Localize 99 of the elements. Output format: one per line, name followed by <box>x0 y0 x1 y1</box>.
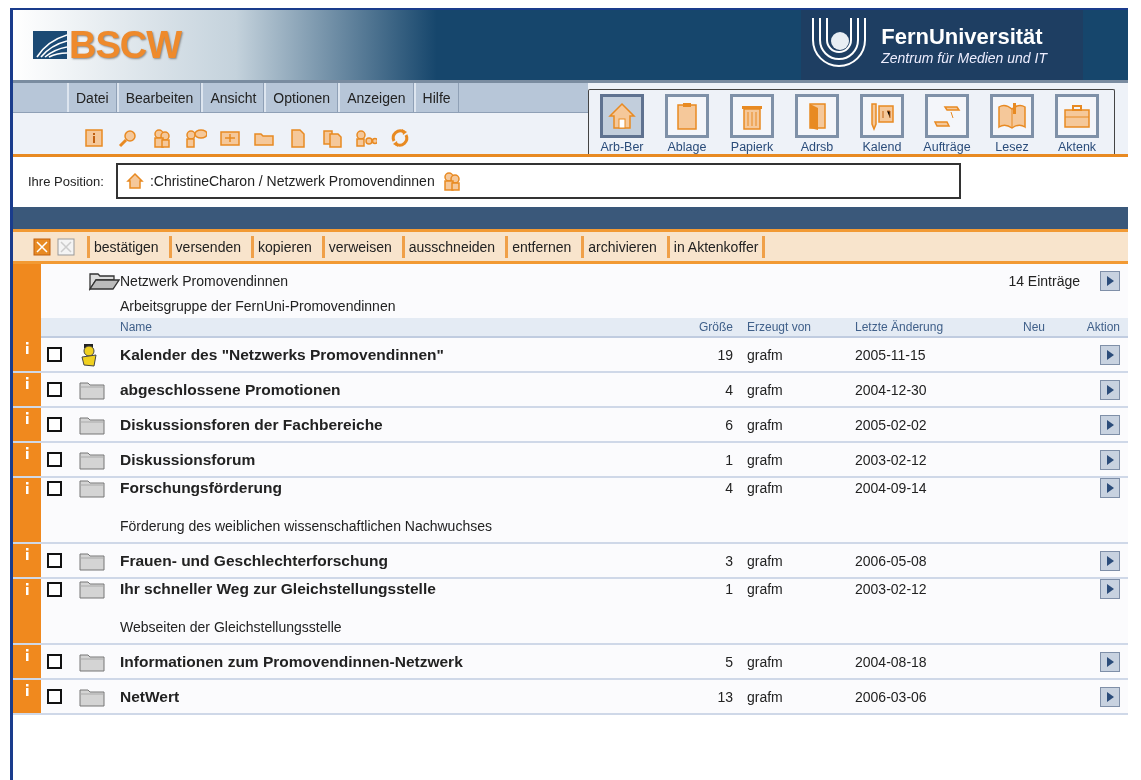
table-cell-text: grafm <box>746 451 784 468</box>
column-label[interactable]: Aktion <box>1074 320 1124 334</box>
house-icon <box>606 100 638 132</box>
checkbox[interactable] <box>47 581 62 597</box>
checkbox[interactable] <box>47 553 62 568</box>
table-cell-text: 13 <box>716 688 733 705</box>
info-icon[interactable] <box>24 412 30 424</box>
info-icon[interactable] <box>24 684 30 696</box>
table-cell-text: 6 <box>724 416 733 433</box>
table-cell-text: 5 <box>724 653 733 670</box>
menu-item[interactable]: Bearbeiten <box>116 83 202 112</box>
table-cell-text: grafm <box>746 416 784 433</box>
info-icon[interactable] <box>24 377 30 389</box>
folder-icon <box>79 449 105 470</box>
people-icon[interactable] <box>151 127 173 149</box>
person-speech-icon[interactable] <box>185 127 207 149</box>
org-subtitle: Zentrum für Medien und IT <box>881 50 1047 66</box>
table-cell-text: grafm <box>746 581 784 597</box>
documents-icon[interactable] <box>321 127 343 149</box>
column-label[interactable]: Größe <box>669 320 733 334</box>
info-icon[interactable] <box>24 342 30 354</box>
checkbox[interactable] <box>47 417 62 432</box>
table-cell-text: 1 <box>724 581 733 597</box>
item-name-link[interactable]: Diskussionsforen der Fachbereiche <box>120 415 669 434</box>
table-cell-text: 2003-02-12 <box>855 581 928 597</box>
table-cell-text: 2005-11-15 <box>855 346 927 363</box>
table-cell-text: 2003-02-12 <box>855 451 928 468</box>
table-cell-text: 2004-08-18 <box>855 653 928 670</box>
folder-icon <box>79 651 105 672</box>
table-cell-text: grafm <box>746 552 784 569</box>
folder-title: Netzwerk Promovendinnen <box>120 273 290 289</box>
info-icon[interactable] <box>24 482 30 494</box>
folder-icon <box>79 550 105 571</box>
folder-icon <box>79 379 105 400</box>
column-label[interactable]: Erzeugt von <box>733 320 855 334</box>
table-cell-text: grafm <box>746 480 784 496</box>
table-cell-text: 4 <box>724 381 733 398</box>
table-cell-text: 2004-12-30 <box>855 381 928 398</box>
item-name-link[interactable]: Ihr schneller Weg zur Gleichstellungsstelle <box>120 580 669 598</box>
position-label: Ihre Position: <box>28 173 104 189</box>
calendar-figure-icon <box>79 342 99 367</box>
breadcrumb-path[interactable]: :ChristineCharon / Netzwerk Promovendinnen <box>149 173 435 189</box>
checkbox[interactable] <box>47 689 62 704</box>
select-all-icon[interactable] <box>33 237 51 256</box>
info-icon[interactable] <box>83 127 105 149</box>
column-label[interactable]: Neu <box>994 320 1074 334</box>
table-cell-text: 19 <box>716 346 733 363</box>
table-cell-text: 2006-03-06 <box>855 688 928 705</box>
refresh-icon[interactable] <box>389 127 411 149</box>
checkbox[interactable] <box>47 480 62 496</box>
folder-icon <box>79 478 105 498</box>
item-name-link[interactable]: Frauen- und Geschlechterforschung <box>120 551 669 570</box>
menu-item[interactable]: Optionen <box>264 83 339 112</box>
checkbox[interactable] <box>47 347 62 362</box>
checkbox[interactable] <box>47 452 62 467</box>
table-cell-text: 2006-05-08 <box>855 552 928 569</box>
menu-item[interactable]: Hilfe <box>413 83 459 112</box>
menu-item[interactable]: Ansicht <box>201 83 265 112</box>
folder-icon <box>79 579 105 599</box>
item-name-link[interactable]: Kalender des "Netzwerks Promovendinnen" <box>120 345 669 364</box>
item-name-link[interactable]: NetWert <box>120 687 669 706</box>
table-cell-text: 2004-09-14 <box>855 480 928 496</box>
table-cell-text: 3 <box>724 552 733 569</box>
table-cell-text: grafm <box>746 688 784 705</box>
item-name-link[interactable]: Informationen zum Promovendinnen-Netzwerk <box>120 652 669 671</box>
folder-icon <box>79 414 105 435</box>
house-icon[interactable] <box>125 172 144 190</box>
people-glasses-icon[interactable] <box>355 127 377 149</box>
column-label[interactable]: Name <box>120 320 669 334</box>
folder-icon <box>79 686 105 707</box>
logo-mark-icon <box>33 29 67 61</box>
table-cell-text: 4 <box>724 480 733 496</box>
table-cell-text: grafm <box>746 381 784 398</box>
open-book-icon <box>996 100 1028 132</box>
item-description: Förderung des weiblichen wissenschaftlichen Nachwuchses <box>120 517 493 536</box>
item-name-link[interactable]: abgeschlossene Promotionen <box>120 380 669 399</box>
checkbox[interactable] <box>47 382 62 397</box>
item-description: Webseiten der Gleichstellungsstelle <box>120 618 343 637</box>
table-cell-text: grafm <box>746 346 784 363</box>
open-folder-icon <box>88 271 120 291</box>
org-name: FernUniversität <box>881 24 1044 50</box>
item-name-link[interactable]: Forschungsförderung <box>120 479 669 497</box>
info-icon[interactable] <box>24 583 30 595</box>
table-cell-text: grafm <box>746 653 784 670</box>
table-cell-text: 2005-02-02 <box>855 416 928 433</box>
menu-item[interactable]: Anzeigen <box>338 83 414 112</box>
info-icon[interactable] <box>24 649 30 661</box>
folder-description: Arbeitsgruppe der FernUni-Promovendinnen <box>119 298 397 316</box>
entry-count: 14 Einträge <box>1008 273 1080 289</box>
info-icon[interactable] <box>24 447 30 459</box>
search-icon[interactable] <box>117 127 139 149</box>
checkbox[interactable] <box>47 654 62 669</box>
info-icon[interactable] <box>24 548 30 560</box>
action-button[interactable]: in Aktenkoffer <box>666 235 766 258</box>
item-name-link[interactable]: Diskussionsforum <box>120 450 669 469</box>
logo-text: BSCW <box>69 23 182 67</box>
column-label[interactable]: Letzte Änderung <box>855 320 994 334</box>
menu-item[interactable]: Datei <box>67 83 117 112</box>
table-cell-text: 1 <box>724 451 733 468</box>
